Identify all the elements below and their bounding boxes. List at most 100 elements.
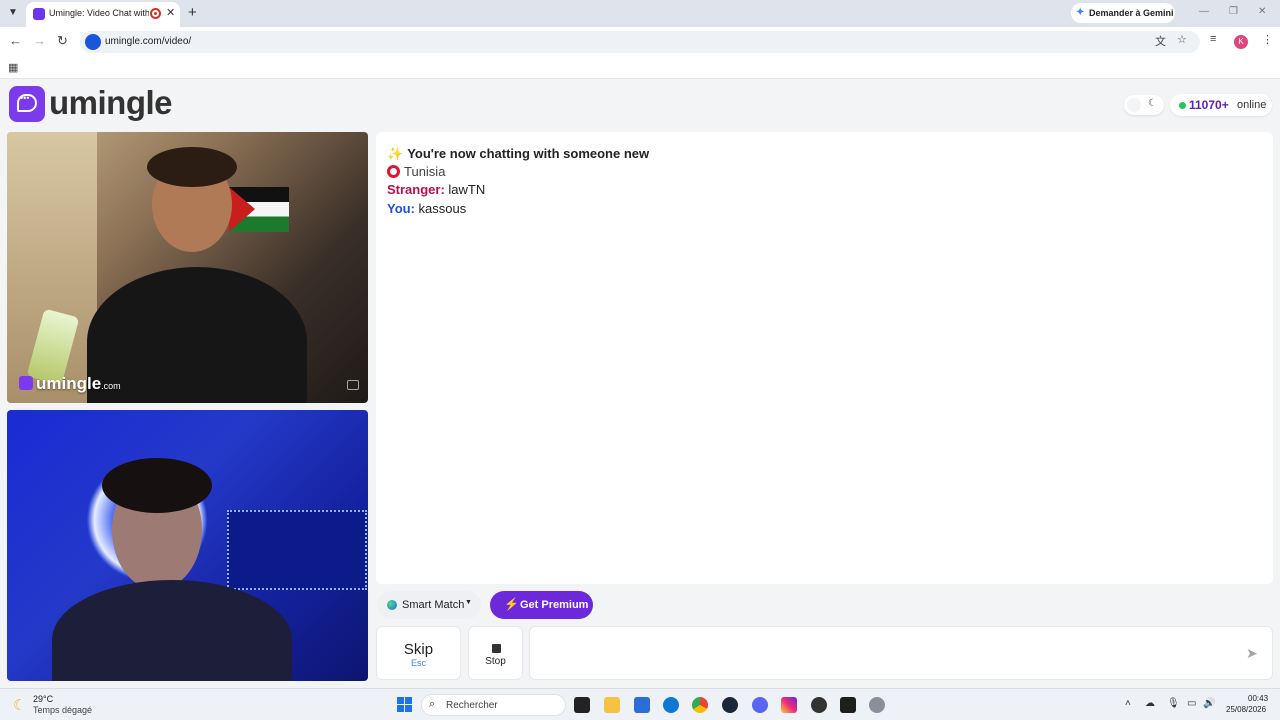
smart-match-dropdown[interactable]: Smart Match ▼	[377, 591, 481, 619]
room-shelf	[227, 510, 367, 590]
gemini-label: Demander à Gemini	[1089, 8, 1174, 18]
taskbar-search[interactable]: ⌕ Rechercher	[421, 694, 566, 716]
online-counter: 11070+ online	[1170, 94, 1272, 116]
close-window-icon[interactable]: ✕	[1258, 6, 1266, 17]
stop-icon	[492, 644, 501, 653]
tunisia-flag-icon	[387, 165, 400, 178]
weather-description[interactable]: Temps dégagé	[33, 705, 92, 715]
country-name: Tunisia	[404, 164, 446, 179]
windows-start-icon[interactable]	[397, 697, 412, 712]
stranger-message: lawTN	[448, 182, 486, 197]
stranger-video: umingle.com	[7, 132, 368, 403]
clock-time[interactable]: 00:43	[1248, 694, 1268, 703]
umingle-favicon-icon	[33, 8, 45, 20]
stranger-label: Stranger:	[387, 182, 445, 197]
discord-icon[interactable]	[752, 697, 768, 713]
watermark-logo-icon	[19, 376, 33, 390]
close-tab-icon[interactable]: ✕	[166, 6, 175, 19]
self-tank-top	[52, 580, 292, 681]
omnibox[interactable]: umingle.com/video/	[80, 31, 1200, 53]
media-controls-icon[interactable]: ≡	[1210, 33, 1216, 45]
outlook-icon[interactable]	[663, 697, 679, 713]
skip-label: Skip	[403, 641, 434, 658]
online-count: 11070+	[1189, 98, 1229, 112]
bolt-icon: ⚡	[504, 597, 519, 611]
moon-weather-icon[interactable]: ☾	[13, 696, 26, 714]
sparkle-icon: ✨	[387, 146, 404, 161]
back-icon[interactable]: ←	[9, 33, 22, 48]
moon-icon: ☾	[1148, 98, 1157, 109]
url-text: umingle.com/video/	[105, 36, 192, 47]
flag-triangle	[229, 187, 255, 232]
chat-message-you: You: kassous	[387, 201, 466, 216]
task-view-icon[interactable]	[574, 697, 590, 713]
clock-date[interactable]: 25/08/2026	[1226, 705, 1266, 714]
browser-tab-umingle[interactable]: Umingle: Video Chat with Strangers ✕	[26, 2, 180, 27]
chevron-down-icon: ▼	[465, 599, 472, 606]
browser-menu-icon[interactable]: ⋮	[1262, 33, 1273, 46]
recording-indicator-icon	[150, 8, 161, 19]
gemini-button[interactable]: ✦ Demander à Gemini	[1071, 3, 1175, 23]
bookmarks-bar: ▦	[0, 57, 1280, 79]
umingle-logo-icon[interactable]	[9, 86, 45, 122]
skip-shortcut-hint: Esc	[410, 658, 426, 668]
volume-icon[interactable]: 🔊	[1203, 698, 1215, 709]
self-hair	[102, 458, 212, 513]
apps-grid-icon[interactable]: ▦	[8, 61, 18, 74]
stop-label: Stop	[485, 656, 506, 667]
reload-icon[interactable]: ↻	[57, 33, 68, 49]
instagram-icon[interactable]	[781, 697, 797, 713]
new-tab-icon[interactable]: +	[188, 4, 197, 21]
stop-button[interactable]: Stop	[468, 626, 523, 680]
browser-tab-strip: ▼ Umingle: Video Chat with Strangers ✕ +…	[0, 0, 1280, 27]
nvidia-icon[interactable]	[840, 697, 856, 713]
skip-button[interactable]: Skip Esc	[376, 626, 461, 680]
globe-icon	[387, 600, 397, 610]
settings-gear-icon[interactable]	[869, 697, 885, 713]
maximize-icon[interactable]: ❐	[1229, 6, 1238, 17]
search-icon: ⌕	[429, 698, 436, 710]
microphone-icon[interactable]: 🎙	[1167, 698, 1180, 709]
os-taskbar: ☾ 29°C Temps dégagé ⌕ Rechercher ˄ ☁ 🎙 ▭…	[0, 688, 1280, 720]
file-explorer-icon[interactable]	[604, 697, 620, 713]
site-info-icon[interactable]	[85, 34, 101, 50]
taskbar-search-label: Rechercher	[446, 700, 498, 711]
online-label: online	[1237, 99, 1267, 111]
report-flag-icon[interactable]	[347, 380, 359, 390]
watermark-suffix: .com	[101, 381, 121, 391]
bookmark-star-icon[interactable]: ☆	[1177, 33, 1187, 46]
minimize-icon[interactable]: —	[1199, 6, 1209, 17]
tab-search-icon[interactable]: ▼	[5, 5, 21, 21]
you-message: kassous	[418, 201, 467, 216]
address-bar-row: ← → ↻ umingle.com/video/ 文 ☆ ≡ K ⋮	[0, 27, 1280, 57]
profile-avatar[interactable]: K	[1234, 35, 1248, 49]
forward-icon[interactable]: →	[33, 33, 46, 48]
online-dot-icon	[1179, 102, 1186, 109]
tray-chevron-up-icon[interactable]: ˄	[1125, 698, 1131, 709]
brand-name[interactable]: umingle	[49, 84, 173, 122]
app-icon[interactable]	[811, 697, 827, 713]
chat-country: Tunisia	[387, 164, 445, 179]
steam-icon[interactable]	[722, 697, 738, 713]
send-icon[interactable]: ➤	[1246, 645, 1258, 662]
chat-message-stranger: Stranger: lawTN	[387, 182, 485, 197]
store-icon[interactable]	[634, 697, 650, 713]
chat-bubble-icon	[17, 93, 37, 112]
chrome-icon[interactable]	[692, 697, 708, 713]
theme-toggle[interactable]: ☾	[1124, 95, 1164, 115]
get-premium-button[interactable]: ⚡ Get Premium	[490, 591, 593, 619]
toggle-knob	[1127, 98, 1141, 112]
smart-match-label: Smart Match	[402, 599, 465, 611]
translate-icon[interactable]: 文	[1155, 33, 1166, 49]
tab-title: Umingle: Video Chat with Strangers	[49, 8, 149, 18]
gemini-star-icon: ✦	[1076, 7, 1085, 18]
you-label: You:	[387, 201, 415, 216]
self-video	[7, 410, 368, 681]
chat-panel: ✨ You're now chatting with someone new Tu…	[376, 132, 1273, 584]
stranger-hair	[147, 147, 237, 187]
watermark-text: umingle	[36, 374, 102, 393]
network-icon[interactable]: ▭	[1187, 698, 1196, 709]
weather-temperature[interactable]: 29°C	[33, 694, 53, 704]
cloud-icon[interactable]: ☁	[1145, 698, 1155, 709]
message-input[interactable]	[529, 626, 1273, 680]
